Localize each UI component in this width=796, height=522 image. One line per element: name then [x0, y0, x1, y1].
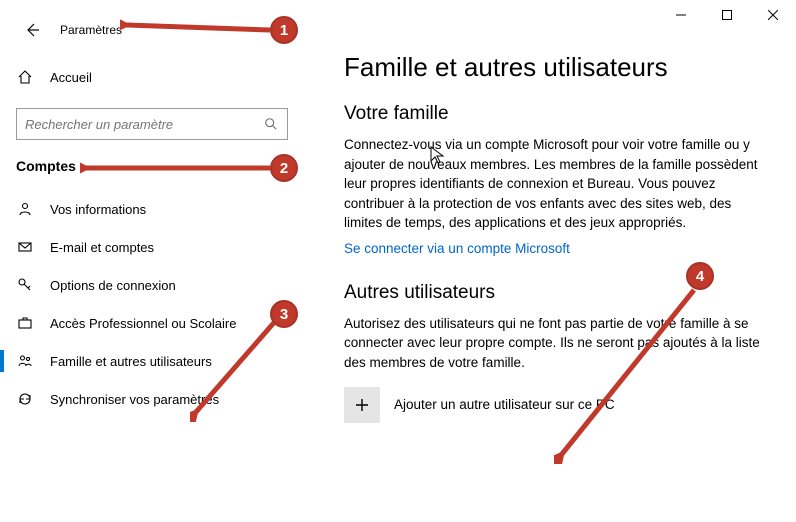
person-icon	[16, 200, 34, 218]
nav-label: Options de connexion	[50, 278, 176, 293]
signin-microsoft-link[interactable]: Se connecter via un compte Microsoft	[344, 241, 570, 256]
page-title: Famille et autres utilisateurs	[344, 52, 772, 83]
nav-email-accounts[interactable]: E-mail et comptes	[0, 228, 320, 266]
nav-home[interactable]: Accueil	[0, 58, 320, 96]
back-button[interactable]	[16, 14, 48, 46]
minimize-button[interactable]	[658, 0, 704, 30]
nav-label: Synchroniser vos paramètres	[50, 392, 219, 407]
minimize-icon	[676, 10, 686, 20]
key-icon	[16, 276, 34, 294]
people-icon	[16, 352, 34, 370]
nav-your-info[interactable]: Vos informations	[0, 190, 320, 228]
nav-label: Accès Professionnel ou Scolaire	[50, 316, 236, 331]
nav-sync-settings[interactable]: Synchroniser vos paramètres	[0, 380, 320, 418]
add-user-label: Ajouter un autre utilisateur sur ce PC	[394, 397, 615, 412]
nav-signin-options[interactable]: Options de connexion	[0, 266, 320, 304]
window-title: Paramètres	[60, 23, 122, 37]
close-icon	[768, 10, 778, 20]
briefcase-icon	[16, 314, 34, 332]
nav-label: Accueil	[50, 70, 92, 85]
nav-family-users[interactable]: Famille et autres utilisateurs	[0, 342, 320, 380]
search-icon	[263, 116, 279, 132]
maximize-icon	[722, 10, 732, 20]
add-user-row[interactable]: Ajouter un autre utilisateur sur ce PC	[344, 387, 772, 423]
annotation-callout-3: 3	[270, 300, 298, 328]
annotation-callout-4: 4	[686, 262, 714, 290]
home-icon	[16, 68, 34, 86]
plus-icon	[353, 396, 371, 414]
mail-icon	[16, 238, 34, 256]
add-user-button[interactable]	[344, 387, 380, 423]
close-button[interactable]	[750, 0, 796, 30]
nav-label: Vos informations	[50, 202, 146, 217]
search-input[interactable]	[25, 117, 263, 132]
sync-icon	[16, 390, 34, 408]
search-box[interactable]	[16, 108, 288, 140]
nav-label: Famille et autres utilisateurs	[50, 354, 212, 369]
arrow-left-icon	[24, 22, 40, 38]
annotation-callout-2: 2	[270, 154, 298, 182]
section-family-heading: Votre famille	[344, 103, 772, 125]
maximize-button[interactable]	[704, 0, 750, 30]
others-description: Autorisez des utilisateurs qui ne font p…	[344, 314, 772, 373]
nav-label: E-mail et comptes	[50, 240, 154, 255]
family-description: Connectez-vous via un compte Microsoft p…	[344, 135, 772, 233]
annotation-callout-1: 1	[270, 16, 298, 44]
